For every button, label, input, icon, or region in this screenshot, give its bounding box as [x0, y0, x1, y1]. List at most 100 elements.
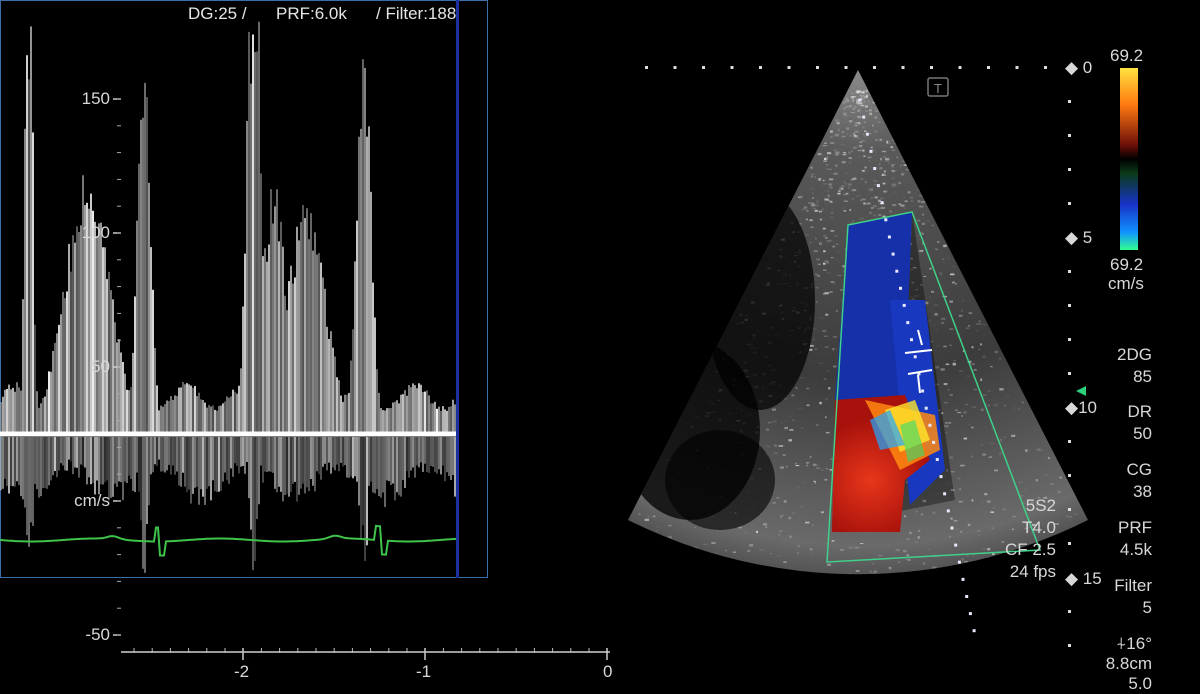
- speckle: [830, 186, 833, 188]
- speckle: [870, 146, 873, 149]
- speckle: [822, 145, 827, 147]
- speckle: [797, 407, 803, 409]
- speckle: [948, 605, 951, 607]
- speckle: [825, 431, 830, 434]
- speckle: [1069, 519, 1072, 521]
- speckle: [799, 195, 804, 198]
- speckle: [855, 570, 860, 572]
- speckle: [861, 178, 863, 180]
- speckle: [1013, 407, 1017, 409]
- speckle: [1018, 481, 1023, 484]
- speckle: [837, 250, 840, 253]
- speckle: [830, 142, 834, 144]
- speckle: [882, 614, 885, 616]
- speckle: [647, 515, 650, 518]
- speckle: [750, 578, 752, 580]
- speckle: [844, 183, 847, 185]
- speckle: [1040, 448, 1044, 452]
- speckle: [848, 546, 853, 549]
- speckle: [839, 149, 843, 151]
- speckle: [772, 408, 776, 411]
- speckle: [889, 165, 893, 168]
- speckle: [958, 314, 963, 317]
- speckle: [811, 197, 815, 199]
- speckle: [764, 596, 768, 598]
- speckle: [693, 619, 696, 621]
- speckle: [928, 625, 930, 627]
- speckle: [965, 593, 967, 594]
- speckle: [887, 158, 890, 161]
- speckle: [732, 566, 737, 569]
- speckle: [941, 579, 944, 580]
- speckle: [926, 220, 930, 222]
- speckle: [843, 181, 845, 183]
- speckle: [765, 550, 769, 553]
- speckle: [833, 348, 838, 350]
- speckle: [986, 615, 990, 617]
- speckle: [862, 102, 865, 106]
- speckle: [857, 116, 862, 119]
- speckle: [1003, 436, 1006, 438]
- speckle: [907, 644, 910, 646]
- speckle: [822, 179, 825, 182]
- speckle: [788, 415, 793, 417]
- speckle: [943, 383, 948, 386]
- speckle: [721, 580, 725, 582]
- speckle: [829, 239, 832, 242]
- speckle: [866, 95, 868, 98]
- speckle: [929, 296, 932, 298]
- beam-dot: [884, 218, 888, 222]
- speckle: [848, 221, 853, 224]
- speckle: [833, 365, 837, 368]
- speckle: [668, 538, 673, 540]
- depth-mark: ◆ 5: [1065, 228, 1093, 247]
- speckle: [891, 581, 893, 582]
- speckle: [842, 153, 847, 156]
- speckle: [1080, 555, 1083, 557]
- speckle: [882, 155, 887, 158]
- depth-dot: [1068, 202, 1071, 205]
- speckle: [917, 536, 920, 539]
- speckle: [869, 133, 872, 135]
- speckle: [917, 200, 921, 203]
- speckle: [811, 192, 814, 194]
- speckle: [749, 598, 752, 599]
- speckle: [831, 643, 834, 644]
- speckle: [849, 89, 852, 92]
- speckle: [842, 108, 846, 110]
- speckle: [825, 313, 829, 316]
- speckle: [835, 309, 838, 313]
- lateral-dot: [645, 66, 648, 69]
- speckle: [888, 142, 891, 145]
- speckle: [852, 219, 855, 223]
- speckle: [809, 548, 813, 551]
- speckle: [991, 427, 993, 430]
- speckle: [849, 135, 852, 137]
- speckle: [845, 133, 848, 136]
- speckle: [957, 411, 962, 414]
- speckle: [972, 406, 977, 409]
- speckle: [1039, 595, 1042, 597]
- color-scale-min: 69.2: [1110, 255, 1144, 274]
- speckle: [820, 469, 824, 471]
- speckle: [970, 455, 974, 458]
- speckle: [945, 363, 950, 366]
- param-prf: PRF 4.5k: [1090, 517, 1152, 561]
- speckle: [968, 325, 971, 327]
- lateral-dot: [816, 66, 819, 69]
- speckle: [902, 207, 907, 209]
- speckle: [960, 464, 965, 467]
- speckle: [830, 212, 834, 214]
- speckle: [1039, 618, 1042, 620]
- speckle: [665, 617, 667, 619]
- speckle: [837, 274, 842, 276]
- speckle: [920, 612, 922, 614]
- speckle: [794, 462, 797, 465]
- speckle: [826, 370, 830, 372]
- speckle: [898, 181, 901, 185]
- speckle: [862, 108, 865, 110]
- beam-dot: [968, 612, 972, 616]
- param-value: 4.5k: [1119, 540, 1152, 559]
- speckle: [847, 155, 849, 157]
- speckle: [838, 190, 841, 193]
